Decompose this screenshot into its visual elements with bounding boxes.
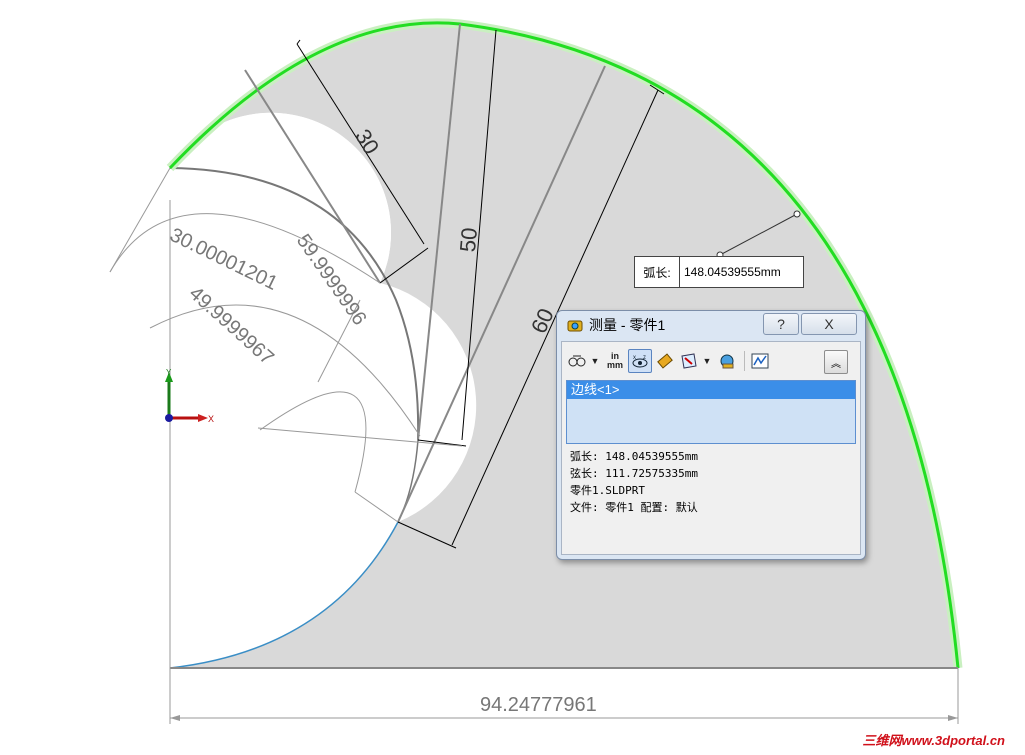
watermark: 三维网www.3dportal.cn [862,733,1005,748]
measure-history-icon[interactable] [716,350,738,372]
svg-text:x: x [633,355,636,361]
callout-label: 弧长: [635,257,680,287]
dim-30-ext-top [296,39,301,45]
dialog-titlebar[interactable]: 测量 - 零件1 ? X [557,311,865,339]
arc-condition-icon[interactable] [566,350,588,372]
measurement-results: 弧长: 148.04539555mm 弦长: 111.72575335mm 零件… [570,448,856,516]
dialog-body: ▼ in mm xz ▼ ︽ 边线<1> 弧长: 148.04539555mm … [561,341,861,555]
arc-length-callout[interactable]: 弧长: 148.04539555mm [634,256,804,288]
coordinate-triad: Y X [165,368,214,424]
svg-text:z: z [643,355,646,361]
help-button[interactable]: ? [763,313,799,335]
projection-dropdown[interactable]: ▼ [702,350,712,372]
arc-condition-dropdown[interactable]: ▼ [590,350,600,372]
selection-list[interactable]: 边线<1> [566,380,856,444]
measure-dialog[interactable]: 测量 - 零件1 ? X ▼ in mm xz ▼ ︽ 边线<1> 弧长: 14… [556,310,866,560]
collapse-button[interactable]: ︽ [824,350,848,374]
cad-viewport[interactable]: 30 50 60 30.00001201 59.9999996 49.99999… [0,0,1025,755]
dim-50-text[interactable]: 50 [455,227,482,254]
toolbar-separator [744,351,745,371]
units-bottom-label: mm [606,360,623,370]
selection-item[interactable]: 边线<1> [567,381,855,399]
dim-base-text[interactable]: 94.24777961 [480,694,597,716]
show-xyz-icon[interactable]: xz [628,349,652,373]
result-arc-length: 弧长: 148.04539555mm [570,450,698,463]
result-configuration: 文件: 零件1 配置: 默认 [570,501,698,514]
measure-icon [567,320,583,332]
result-chord-length: 弦长: 111.72575335mm [570,467,698,480]
result-part-file: 零件1.SLDPRT [570,484,645,497]
measure-toolbar: ▼ in mm xz ▼ ︽ [566,348,856,374]
callout-value: 148.04539555mm [684,265,781,279]
units-button[interactable]: in mm [604,350,626,372]
callout-anchor [793,210,801,218]
arrow-left [170,715,180,721]
dialog-title: 测量 - 零件1 [589,317,666,333]
close-button[interactable]: X [801,313,857,335]
sensor-icon[interactable] [749,350,771,372]
triad-y-label: Y [166,368,172,377]
angle-arc-30-ext [109,167,171,273]
triad-x-label: X [208,414,214,424]
point-to-point-icon[interactable] [654,350,676,372]
projection-icon[interactable] [678,350,700,372]
arrow-right [948,715,958,721]
